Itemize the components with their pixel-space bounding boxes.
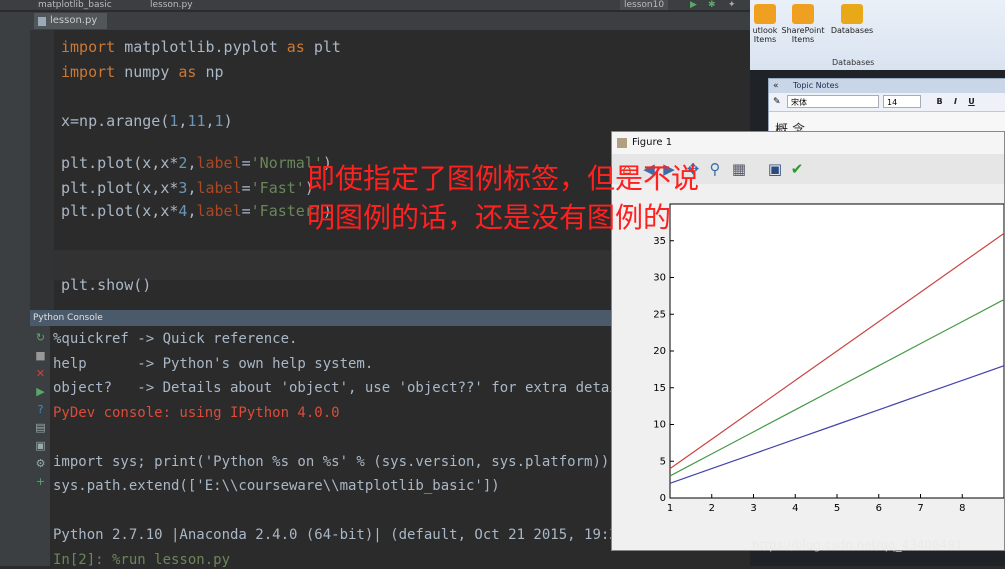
run-icon[interactable]: ▶ [690, 0, 697, 10]
check-icon[interactable]: ✔ [788, 160, 806, 178]
editor-tab-bar: lesson.py [30, 12, 750, 30]
execute-icon[interactable]: ▶ [35, 386, 46, 397]
code-line: x=np.arange(1,11,1) [61, 112, 233, 130]
console-toolbar: ↻ ■ ✕ ▶ ? ▤ ▣ ⚙ + [30, 326, 50, 566]
italic-button[interactable]: I [949, 95, 962, 108]
ide-left-tool-strip [0, 12, 30, 566]
editor-tab-label: lesson.py [50, 15, 98, 26]
y-tick-label: 20 [653, 346, 666, 357]
x-tick-label: 7 [917, 503, 923, 514]
debug-icon[interactable]: ✱ [708, 0, 716, 10]
bold-button[interactable]: B [933, 95, 946, 108]
databases-label: Databases [830, 26, 874, 35]
y-tick-label: 25 [653, 309, 666, 320]
x-tick-label: 1 [667, 503, 673, 514]
editor-tab-lesson[interactable]: lesson.py [34, 13, 108, 29]
annotation-line-1: 即使指定了图例标签，但是不说 [307, 162, 700, 195]
code-line: plt.plot(x,x*2,label='Normal') [61, 154, 332, 172]
help-icon[interactable]: ? [35, 404, 46, 415]
databases-button[interactable]: Databases [830, 4, 874, 35]
ribbon: utlook Items SharePoint Items Databases … [750, 0, 1005, 71]
y-tick-label: 35 [653, 236, 666, 247]
y-tick-label: 5 [660, 456, 666, 467]
code-line: plt.plot(x,x*4,label='Faster') [61, 202, 332, 220]
figure-canvas[interactable]: 0 5 10 15 20 25 30 35 1 2 3 4 5 6 7 8 [612, 184, 1004, 550]
project-breadcrumb[interactable]: matplotlib_basic [38, 0, 112, 10]
ide-navigation-bar: matplotlib_basic lesson.py lesson10 ▶ ✱ … [0, 0, 750, 10]
code-line: plt.show() [61, 276, 152, 294]
console-line: sys.path.extend(['E:\\courseware\\matplo… [53, 478, 500, 494]
figure-title-bar: Figure 1 [612, 132, 1004, 154]
add-icon[interactable]: + [35, 476, 46, 487]
sharepoint-items-button[interactable]: SharePoint Items [780, 4, 826, 44]
watermark: https://blog.csdn.net/qq_43408491 [752, 538, 963, 552]
console-line: object? -> Details about 'object', use '… [53, 380, 627, 396]
font-size-select[interactable]: 14 [883, 95, 921, 108]
file-breadcrumb[interactable]: lesson.py [150, 0, 193, 10]
rerun-icon[interactable]: ↻ [35, 332, 46, 343]
collapse-icon[interactable]: « [773, 79, 779, 93]
code-line: import matplotlib.pyplot as plt [61, 38, 341, 56]
y-tick-label: 15 [653, 383, 666, 394]
console-line: %quickref -> Quick reference. [53, 331, 298, 347]
font-select[interactable]: 宋体 [787, 95, 879, 108]
figure-app-icon [617, 138, 627, 148]
topic-notes-title: « Topic Notes [769, 79, 1005, 93]
x-tick-label: 4 [792, 503, 798, 514]
database-icon [841, 4, 863, 24]
debug-console-icon[interactable]: ▣ [35, 440, 46, 451]
topic-notes-label: Topic Notes [793, 81, 839, 90]
figure-title: Figure 1 [632, 137, 673, 148]
y-tick-label: 0 [660, 493, 666, 504]
subplots-icon[interactable]: ▦ [730, 160, 748, 178]
x-tick-label: 3 [750, 503, 756, 514]
code-line: import numpy as np [61, 63, 224, 81]
code-line: plt.plot(x,x*3,label='Fast') [61, 179, 314, 197]
console-line: help -> Python's own help system. [53, 355, 374, 372]
settings-icon[interactable]: ✦ [728, 0, 736, 10]
variables-icon[interactable]: ▤ [35, 422, 46, 433]
x-tick-label: 8 [959, 503, 965, 514]
x-tick-label: 6 [876, 503, 882, 514]
outlook-icon [754, 4, 776, 24]
zoom-icon[interactable]: ⚲ [706, 160, 724, 178]
brush-icon[interactable]: ✎ [773, 93, 781, 111]
y-tick-label: 30 [653, 273, 666, 284]
outlook-items-label: utlook Items [752, 26, 778, 44]
notes-format-toolbar: ✎ 宋体 14 B I U [769, 93, 1005, 112]
y-tick-label: 10 [653, 420, 666, 431]
sharepoint-icon [792, 4, 814, 24]
annotation-line-2: 明图例的话，还是没有图例的 [307, 201, 672, 234]
stop-icon[interactable]: ■ [35, 350, 46, 361]
console-line: import sys; print('Python %s on %s' % (s… [53, 453, 610, 470]
x-tick-label: 2 [709, 503, 715, 514]
x-tick-label: 5 [834, 503, 840, 514]
save-icon[interactable]: ▣ [766, 160, 784, 178]
settings-icon[interactable]: ⚙ [35, 458, 46, 469]
python-file-icon [38, 17, 46, 26]
outlook-items-button[interactable]: utlook Items [750, 4, 780, 44]
line-chart: 0 5 10 15 20 25 30 35 1 2 3 4 5 6 7 8 [653, 203, 1004, 514]
console-line: Python 2.7.10 |Anaconda 2.4.0 (64-bit)| … [53, 527, 627, 543]
run-config-select[interactable]: lesson10 [620, 0, 669, 10]
sharepoint-items-label: SharePoint Items [781, 26, 825, 44]
ribbon-group-label: Databases [832, 58, 875, 67]
underline-button[interactable]: U [965, 95, 978, 108]
close-icon[interactable]: ✕ [35, 368, 46, 379]
console-line: PyDev console: using IPython 4.0.0 [53, 404, 340, 421]
editor-gutter [30, 30, 54, 310]
